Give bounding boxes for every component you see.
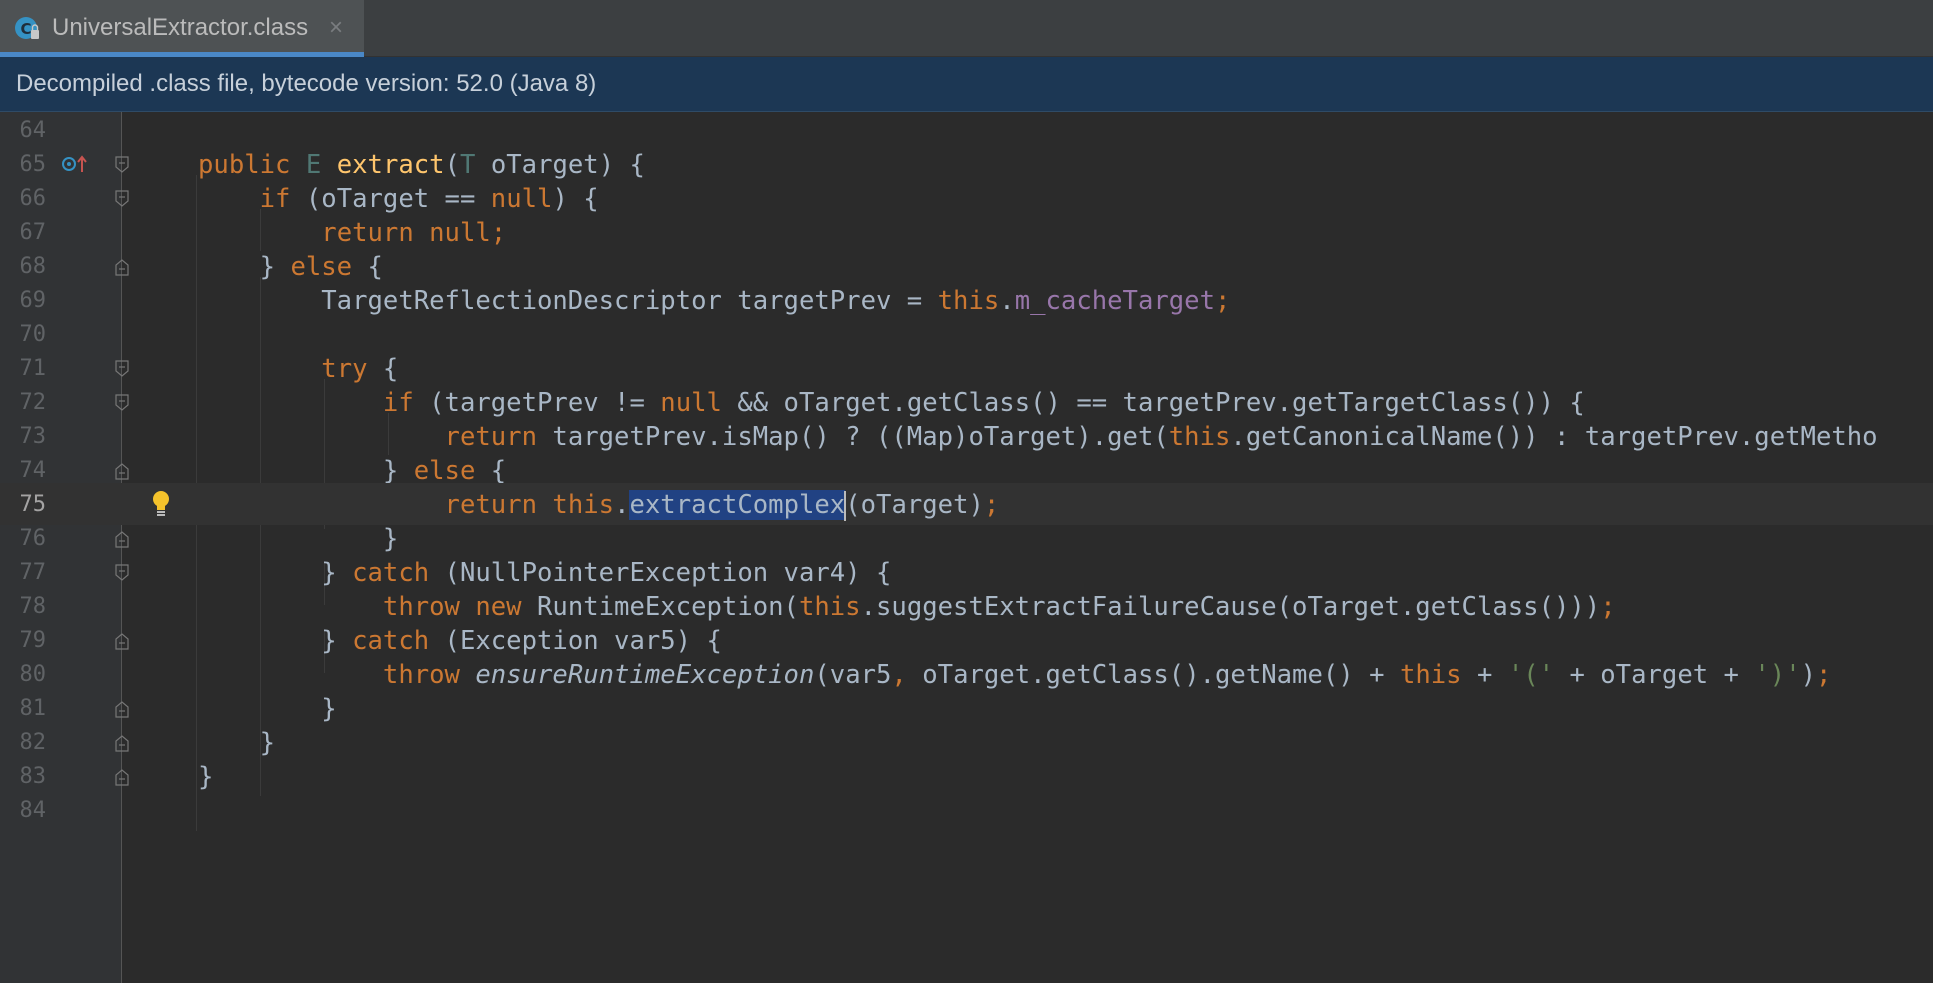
line-number: 84 [19, 798, 47, 823]
code-text: } catch (NullPointerException var4) { [198, 558, 892, 588]
code-text: throw ensureRuntimeException(var5, oTarg… [382, 660, 1832, 690]
code-text: return null; [321, 218, 507, 248]
line-number: 70 [19, 322, 47, 347]
code-text: TargetReflectionDescriptor targetPrev = … [198, 286, 1231, 316]
code-text: } [198, 728, 276, 758]
line-number: 72 [19, 390, 47, 415]
line-number: 71 [19, 356, 47, 381]
fold-open-icon[interactable] [114, 360, 130, 378]
fold-close-icon[interactable] [114, 258, 130, 276]
fold-close-icon[interactable] [114, 632, 130, 650]
java-class-icon: C [15, 17, 39, 39]
fold-open-icon[interactable] [114, 190, 130, 208]
line-number: 66 [19, 186, 47, 211]
code-line: 84 [0, 789, 1933, 831]
code-text: try { [321, 354, 399, 384]
fold-close-icon[interactable] [114, 768, 130, 786]
svg-text:C: C [20, 20, 31, 38]
selected-text: extractComplex [629, 490, 846, 520]
code-text: } [198, 524, 399, 554]
code-text: } catch (Exception var5) { [198, 626, 722, 656]
code-text: public E extract(T oTarget) { [198, 150, 645, 180]
line-number: 65 [19, 152, 47, 177]
line-number: 67 [19, 220, 47, 245]
code-text: } [198, 762, 214, 792]
line-number: 73 [19, 424, 47, 449]
code-text: if (oTarget == null) { [259, 184, 599, 214]
fold-close-icon[interactable] [114, 530, 130, 548]
line-number: 76 [19, 526, 47, 551]
fold-close-icon[interactable] [114, 462, 130, 480]
line-number: 69 [19, 288, 47, 313]
code-text: return targetPrev.isMap() ? ((Map)oTarge… [444, 422, 1878, 452]
line-number: 79 [19, 628, 47, 653]
line-number: 83 [19, 764, 47, 789]
line-number: 75 [19, 492, 47, 517]
line-number: 74 [19, 458, 47, 483]
line-number: 68 [19, 254, 47, 279]
close-icon[interactable]: × [329, 14, 343, 42]
implements-method-icon[interactable] [60, 153, 90, 175]
lightbulb-icon[interactable] [150, 489, 172, 519]
fold-open-icon[interactable] [114, 156, 130, 174]
fold-open-icon[interactable] [114, 394, 130, 412]
code-text: if (targetPrev != null && oTarget.getCla… [382, 388, 1585, 418]
code-text: } else { [198, 456, 507, 486]
line-number: 80 [19, 662, 47, 687]
line-number: 82 [19, 730, 47, 755]
line-number: 81 [19, 696, 47, 721]
banner-text: Decompiled .class file, bytecode version… [16, 70, 597, 97]
code-text: } [198, 694, 337, 724]
tab-title: UniversalExtractor.class [52, 14, 309, 41]
code-editor[interactable]: 64 65 public E extract(T oTarget) { 66 i… [0, 112, 1933, 983]
code-text: throw new RuntimeException(this.suggestE… [382, 592, 1616, 622]
editor-tab-bar: C UniversalExtractor.class × [0, 0, 1933, 57]
fold-open-icon[interactable] [114, 564, 130, 582]
line-number: 64 [19, 118, 47, 143]
decompiled-banner: Decompiled .class file, bytecode version… [0, 57, 1933, 112]
tab-universal-extractor[interactable]: C UniversalExtractor.class × [0, 0, 364, 57]
code-text: } else { [198, 252, 383, 282]
fold-close-icon[interactable] [114, 700, 130, 718]
line-number: 78 [19, 594, 47, 619]
fold-close-icon[interactable] [114, 734, 130, 752]
line-number: 77 [19, 560, 47, 585]
